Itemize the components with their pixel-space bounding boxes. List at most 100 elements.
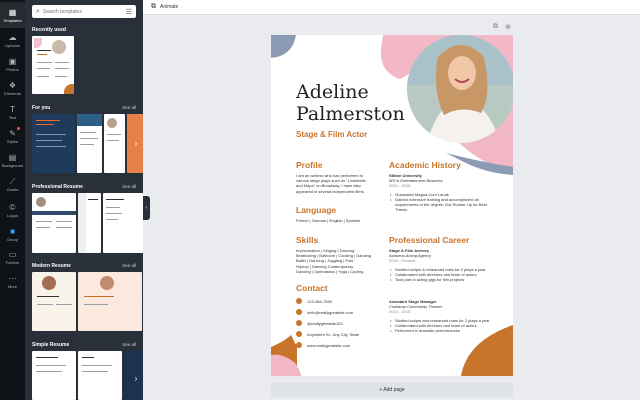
template-thumbnail[interactable] <box>32 351 76 400</box>
contact-email[interactable]: hello@reallygreatsite.com <box>296 309 353 315</box>
template-thumbnail[interactable] <box>78 193 101 253</box>
logos-icon: © <box>9 202 16 212</box>
email-icon <box>296 309 302 315</box>
rail-label: Elements <box>4 90 21 96</box>
see-all-link[interactable]: See all <box>122 263 136 268</box>
rail-item-folders[interactable]: ▭ Folders <box>0 244 25 270</box>
chevron-right-icon[interactable]: › <box>132 295 140 307</box>
filter-icon[interactable]: ☰ <box>126 8 132 16</box>
photos-icon: ▣ <box>8 56 17 66</box>
globe-icon <box>296 342 302 348</box>
contact-social[interactable]: @reallygreatsite123 <box>296 320 343 326</box>
rail-item-logos[interactable]: © Logos <box>0 197 25 223</box>
template-thumbnail[interactable] <box>32 36 74 94</box>
animate-label: Animate <box>160 4 179 10</box>
animate-icon: ⧉ <box>151 3 156 10</box>
see-all-link[interactable]: See all <box>122 105 136 110</box>
skills-heading[interactable]: Skills <box>296 235 318 245</box>
rail-item-styles[interactable]: ✎ Styles <box>0 123 25 149</box>
contact-phone[interactable]: 123-456-7890 <box>296 298 332 304</box>
contact-text: Anywhere St., Any City, State <box>307 331 359 337</box>
contact-heading[interactable]: Contact <box>296 283 328 293</box>
chevron-right-icon[interactable]: › <box>132 216 140 228</box>
location-icon <box>296 331 302 337</box>
templates-icon: ▦ <box>8 7 17 17</box>
rail-label: Styles <box>7 138 18 144</box>
section-title-recent: Recently used <box>32 27 66 33</box>
template-thumbnail[interactable] <box>32 193 76 253</box>
template-thumbnail[interactable] <box>104 114 125 173</box>
language-heading[interactable]: Language <box>296 205 336 215</box>
more-icon: ⋯ <box>8 273 17 283</box>
resume-page[interactable]: Adeline Palmerston Stage & Film Actor Pr… <box>271 35 513 376</box>
profile-photo <box>407 35 513 143</box>
section-title-modern: Modern Resume <box>32 263 71 269</box>
rail-label: Charts <box>6 186 19 192</box>
add-page-button[interactable]: + Add page <box>271 383 513 397</box>
top-toolbar: ⧉ Animate <box>143 0 640 15</box>
contact-website[interactable]: www.reallygreatsite.com <box>296 342 350 348</box>
rail-item-templates[interactable]: ▦ Templates <box>0 2 25 28</box>
search-box[interactable]: ⌕ ☰ <box>32 5 136 18</box>
academic-heading[interactable]: Academic History <box>389 160 461 170</box>
contact-text: www.reallygreatsite.com <box>307 342 351 348</box>
rail-label: Background <box>1 162 24 168</box>
phone-icon <box>296 298 302 304</box>
profile-heading[interactable]: Profile <box>296 160 322 170</box>
rail-item-background[interactable]: ▤ Background <box>0 147 25 173</box>
section-title-for-you: For you <box>32 105 51 111</box>
group-icon: ■ <box>10 226 15 236</box>
career-heading[interactable]: Professional Career <box>389 235 469 245</box>
academic-bullet: Gained extensive training and accomplish… <box>389 197 489 213</box>
academic-entry[interactable]: Stilton University MS in Entertainment B… <box>389 173 489 212</box>
rail-item-elements[interactable]: ❖ Elements <box>0 75 25 101</box>
rail-label: Photos <box>6 66 19 72</box>
notification-dot <box>17 127 20 130</box>
contact-text: 123-456-7890 <box>307 298 332 304</box>
search-input[interactable] <box>42 8 125 15</box>
job-entry[interactable]: Assistant Stage Manager Challamp Communi… <box>389 299 491 333</box>
rail-label: Logos <box>7 212 18 218</box>
resume-last-name[interactable]: Palmerston <box>296 103 405 125</box>
see-all-link[interactable]: See all <box>122 184 136 189</box>
see-all-link[interactable]: See all <box>122 342 136 347</box>
resume-role[interactable]: Stage & Film Actor <box>296 130 367 139</box>
collapse-panel-button[interactable]: ‹ <box>143 196 150 220</box>
contact-text: @reallygreatsite123 <box>307 320 343 326</box>
contact-address[interactable]: Anywhere St., Any City, State <box>296 331 359 337</box>
section-title-professional: Professional Resume <box>32 184 83 190</box>
contact-text: hello@reallygreatsite.com <box>307 309 354 315</box>
rail-item-more[interactable]: ⋯ More <box>0 268 25 294</box>
skills-list[interactable]: Improvisation | Singing | Dancing Beatbo… <box>296 248 386 274</box>
rail-item-charts[interactable]: ⟋ Charts <box>0 171 25 197</box>
rail-item-text[interactable]: T Text <box>0 99 25 125</box>
rail-label: Group <box>6 236 19 242</box>
rail-label: Folders <box>5 259 20 265</box>
profile-text[interactable]: I am an actress who has performed in var… <box>296 173 370 194</box>
job-entry[interactable]: Stage & Film Actress Astraeus Acting Age… <box>389 248 491 282</box>
template-thumbnail[interactable] <box>78 351 122 400</box>
template-thumbnail[interactable] <box>32 272 76 331</box>
animate-button[interactable]: ⧉ Animate <box>151 3 178 11</box>
resume-first-name[interactable]: Adeline <box>296 81 369 103</box>
chevron-right-icon[interactable]: › <box>132 137 140 149</box>
styles-icon: ✎ <box>9 128 16 138</box>
duplicate-page-icon[interactable]: ⧉ <box>493 23 498 31</box>
text-icon: T <box>10 104 15 114</box>
rail-item-photos[interactable]: ▣ Photos <box>0 51 25 77</box>
template-thumbnail[interactable] <box>32 114 75 173</box>
job-bullet: Took part in acting gigs for film projec… <box>389 277 491 282</box>
rail-label: Uploads <box>5 42 20 48</box>
rail-label: Templates <box>3 17 22 23</box>
chevron-right-icon[interactable]: › <box>132 372 140 384</box>
upload-icon: ☁ <box>8 32 17 42</box>
template-thumbnail[interactable] <box>77 114 102 173</box>
search-icon: ⌕ <box>36 7 40 15</box>
add-page-icon[interactable]: ⊕ <box>505 23 511 31</box>
rail-item-uploads[interactable]: ☁ Uploads <box>0 27 25 53</box>
skills-line: Dancing | Gymnastics | Yoga | Cycling <box>296 268 364 274</box>
language-text[interactable]: French | German | English | Spanish <box>296 218 386 223</box>
job-bullet: Performed in dramatic performances <box>389 328 491 333</box>
elements-icon: ❖ <box>8 80 17 90</box>
charts-icon: ⟋ <box>9 176 16 186</box>
